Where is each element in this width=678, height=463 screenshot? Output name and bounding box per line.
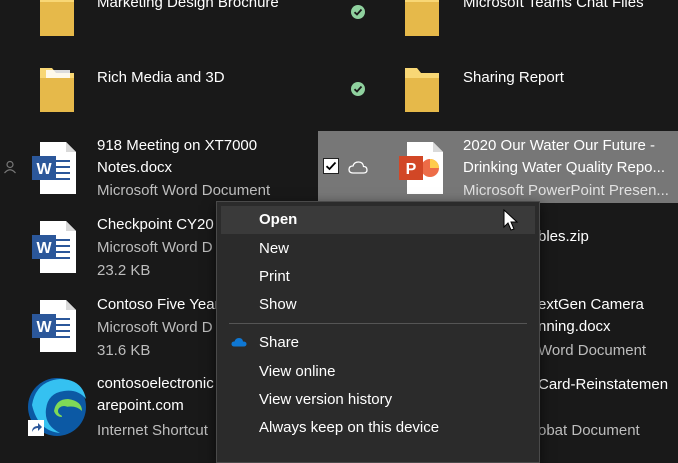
- file-name: Contoso Five Year: [97, 296, 220, 313]
- synced-check-icon: [351, 5, 365, 19]
- context-menu: Open New Print Show Share View online Vi…: [216, 201, 540, 463]
- file-name-line1: contosoelectronic: [97, 375, 214, 392]
- svg-text:W: W: [36, 161, 52, 178]
- file-type: Microsoft Word Document: [97, 182, 271, 199]
- onedrive-icon: [231, 338, 247, 347]
- folder-icon: [405, 0, 439, 36]
- file-name: Card-Reinstatemen: [538, 376, 669, 393]
- file-type: Internet Shortcut: [97, 422, 208, 439]
- mouse-cursor-icon: [503, 209, 519, 231]
- file-name-line1: 918 Meeting on XT7000: [97, 137, 258, 154]
- menu-item-open[interactable]: Open: [259, 210, 297, 230]
- folder-icon: [40, 68, 74, 112]
- file-size: 31.6 KB: [97, 342, 151, 359]
- file-size: 23.2 KB: [97, 262, 151, 279]
- menu-item-always-keep-on-device[interactable]: Always keep on this device: [259, 418, 439, 438]
- word-document-icon: W: [32, 300, 76, 352]
- person-icon: [4, 160, 16, 174]
- word-document-icon: W: [32, 142, 76, 194]
- folder-icon: [405, 68, 439, 112]
- menu-item-print[interactable]: Print: [259, 267, 290, 287]
- svg-text:W: W: [36, 240, 52, 257]
- menu-item-view-version-history[interactable]: View version history: [259, 390, 392, 410]
- powerpoint-document-icon: P: [399, 142, 443, 194]
- shortcut-arrow-icon: [28, 420, 44, 436]
- file-type: obat Document: [538, 422, 640, 439]
- file-type: Microsoft Word D: [97, 239, 213, 256]
- file-name-line1: extGen Camera: [538, 296, 644, 313]
- file-name: Checkpoint CY20: [97, 216, 214, 233]
- menu-item-view-online[interactable]: View online: [259, 362, 335, 382]
- menu-item-share[interactable]: Share: [259, 333, 299, 353]
- file-name: Rich Media and 3D: [97, 69, 225, 86]
- cloud-icon: [348, 161, 368, 174]
- svg-text:P: P: [406, 161, 417, 178]
- synced-check-icon: [351, 82, 365, 96]
- file-type: Word Document: [538, 342, 647, 359]
- word-document-icon: W: [32, 221, 76, 273]
- menu-separator: [229, 323, 527, 324]
- menu-item-show[interactable]: Show: [259, 295, 297, 315]
- file-name: Microsoft Teams Chat Files: [463, 0, 644, 11]
- file-name: bles.zip: [538, 228, 589, 245]
- file-name-line1: 2020 Our Water Our Future -: [463, 137, 656, 154]
- file-name-line2: arepoint.com: [97, 397, 184, 414]
- checkmark-icon: [325, 161, 337, 171]
- file-name: Sharing Report: [463, 69, 564, 86]
- selection-checkbox[interactable]: [323, 158, 339, 174]
- file-name-line2: Drinking Water Quality Repo...: [463, 159, 666, 176]
- svg-text:W: W: [36, 319, 52, 336]
- file-type: Microsoft PowerPoint Presen...: [463, 182, 669, 199]
- file-name: Marketing Design Brochure: [97, 0, 279, 11]
- file-type: Microsoft Word D: [97, 319, 213, 336]
- folder-icon: [40, 0, 74, 36]
- menu-item-new[interactable]: New: [259, 239, 289, 259]
- file-name-line2: Notes.docx: [97, 159, 173, 176]
- file-name-line2: nning.docx: [538, 318, 611, 335]
